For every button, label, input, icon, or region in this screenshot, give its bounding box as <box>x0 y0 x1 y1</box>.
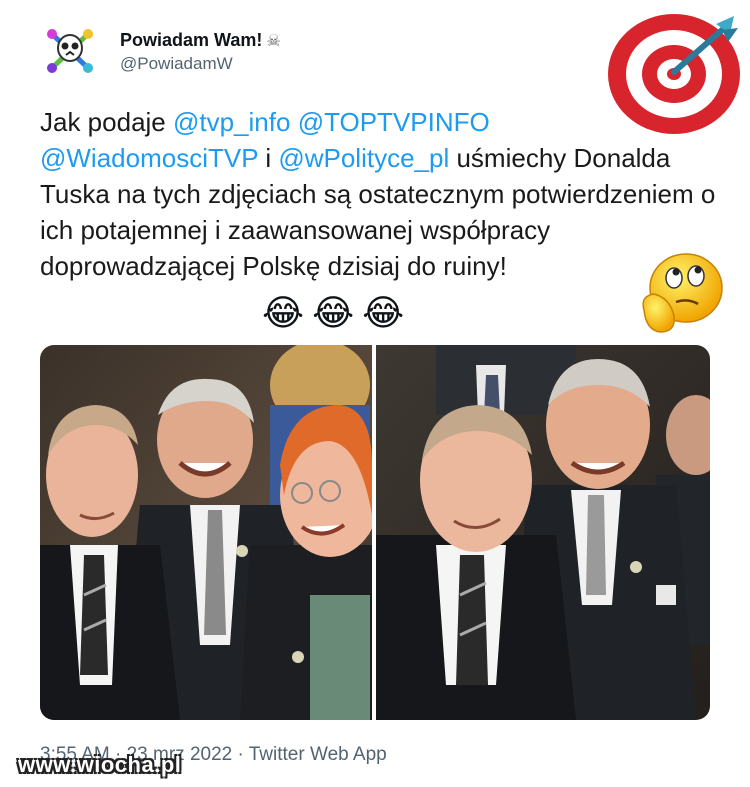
site-watermark: www.wiocha.pl <box>18 752 182 777</box>
tweet-text: Jak podaje @tvp_info @TOPTVPINFO @Wiadom… <box>40 104 720 284</box>
skull-avatar-icon <box>47 29 93 73</box>
photo-right[interactable] <box>376 345 710 720</box>
avatar[interactable] <box>42 22 98 78</box>
display-name[interactable]: Powiadam Wam! ☠ <box>120 30 281 51</box>
tweet-text-part: i <box>258 143 279 173</box>
mention-link-wiadomoscitvp[interactable]: @WiadomosciTVP <box>40 143 258 173</box>
tweet-text-part: Jak podaje <box>40 107 173 137</box>
display-name-text: Powiadam Wam! <box>120 30 263 50</box>
thinking-face-icon <box>642 253 723 333</box>
photo-left-image <box>40 345 372 720</box>
mention-link-toptvpinfo[interactable]: @TOPTVPINFO <box>298 107 490 137</box>
tweet-media[interactable] <box>40 345 710 720</box>
photo-left[interactable] <box>40 345 372 720</box>
mention-link-wpolityce[interactable]: @wPolityce_pl <box>278 143 449 173</box>
tweet-text-part <box>290 107 297 137</box>
laughing-emojis: 😂😂😂 <box>262 292 413 333</box>
user-handle[interactable]: @PowiadamW <box>120 54 233 74</box>
photo-right-image <box>376 345 710 720</box>
mention-link-tvp-info[interactable]: @tvp_info <box>173 107 290 137</box>
skull-icon: ☠ <box>266 33 281 50</box>
